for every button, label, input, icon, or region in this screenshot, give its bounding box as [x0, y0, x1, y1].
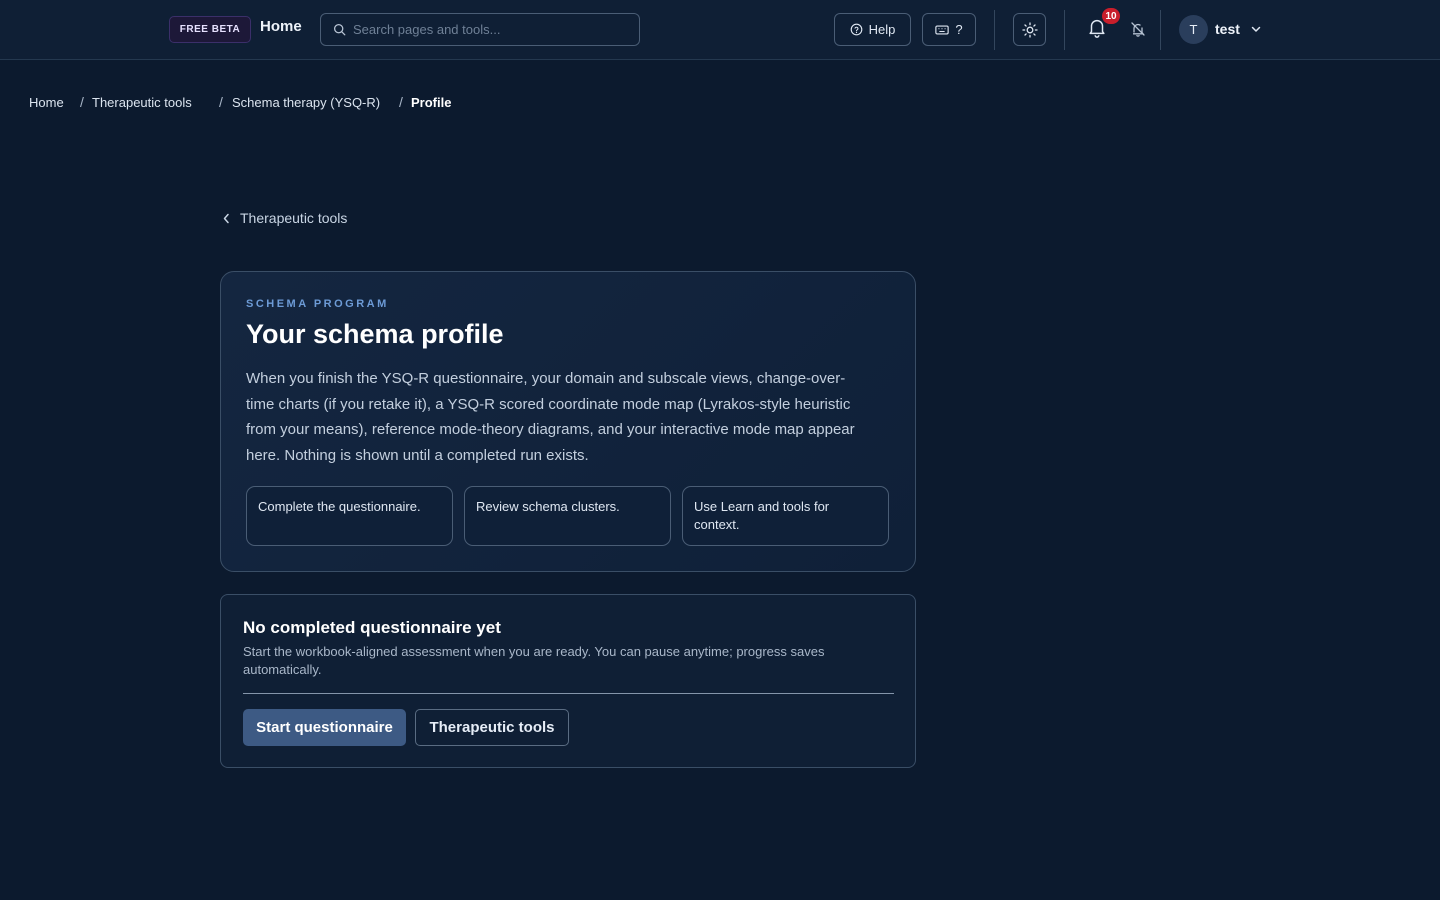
top-bar: FREE BETA Home Help ? 10 T test — [0, 0, 1440, 60]
breadcrumb-separator: / — [399, 94, 403, 110]
eyebrow-label: SCHEMA PROGRAM — [246, 298, 389, 310]
breadcrumb-separator: / — [80, 94, 84, 110]
shortcuts-label: ? — [955, 22, 963, 37]
breadcrumb-schema-therapy[interactable]: Schema therapy (YSQ-R) — [232, 95, 380, 110]
home-nav-link[interactable]: Home — [260, 18, 302, 35]
divider — [1160, 10, 1161, 50]
search-box[interactable] — [320, 13, 640, 46]
keyboard-icon — [935, 24, 950, 36]
chevron-left-icon — [222, 213, 231, 224]
free-beta-badge: FREE BETA — [169, 16, 251, 43]
search-icon — [333, 23, 346, 36]
start-questionnaire-button[interactable]: Start questionnaire — [243, 709, 406, 746]
back-link-label: Therapeutic tools — [240, 210, 348, 226]
search-input[interactable] — [353, 22, 623, 37]
step-card-review: Review schema clusters. — [464, 486, 671, 546]
empty-state-description: Start the workbook-aligned assessment wh… — [243, 644, 825, 677]
breadcrumb-separator: / — [219, 94, 223, 110]
page-title: Your schema profile — [246, 319, 504, 349]
step-card-learn: Use Learn and tools for context. — [682, 486, 889, 546]
empty-state-card: No completed questionnaire yet Start the… — [220, 594, 916, 768]
theme-toggle-button[interactable] — [1013, 13, 1046, 46]
sun-icon — [1021, 21, 1038, 38]
profile-description: When you finish the YSQ-R questionnaire,… — [246, 370, 855, 464]
help-button[interactable]: Help — [834, 13, 911, 46]
divider — [1064, 10, 1065, 50]
help-circle-icon — [850, 23, 863, 36]
schema-profile-card: SCHEMA PROGRAM Your schema profile When … — [220, 271, 916, 572]
back-link[interactable]: Therapeutic tools — [222, 210, 347, 226]
divider — [243, 693, 894, 694]
notification-count-badge: 10 — [1102, 8, 1120, 24]
empty-state-title: No completed questionnaire yet — [243, 618, 501, 637]
username-label[interactable]: test — [1215, 21, 1240, 37]
breadcrumb-home[interactable]: Home — [29, 95, 64, 110]
bell-off-icon[interactable] — [1130, 21, 1146, 37]
step-card-complete: Complete the questionnaire. — [246, 486, 453, 546]
help-label: Help — [868, 22, 896, 37]
breadcrumb-therapeutic-tools[interactable]: Therapeutic tools — [92, 95, 192, 110]
breadcrumb-profile: Profile — [411, 95, 452, 110]
avatar[interactable]: T — [1179, 15, 1208, 44]
chevron-down-icon[interactable] — [1250, 23, 1262, 35]
divider — [994, 10, 995, 50]
therapeutic-tools-button[interactable]: Therapeutic tools — [415, 709, 569, 746]
keyboard-shortcuts-button[interactable]: ? — [922, 13, 976, 46]
